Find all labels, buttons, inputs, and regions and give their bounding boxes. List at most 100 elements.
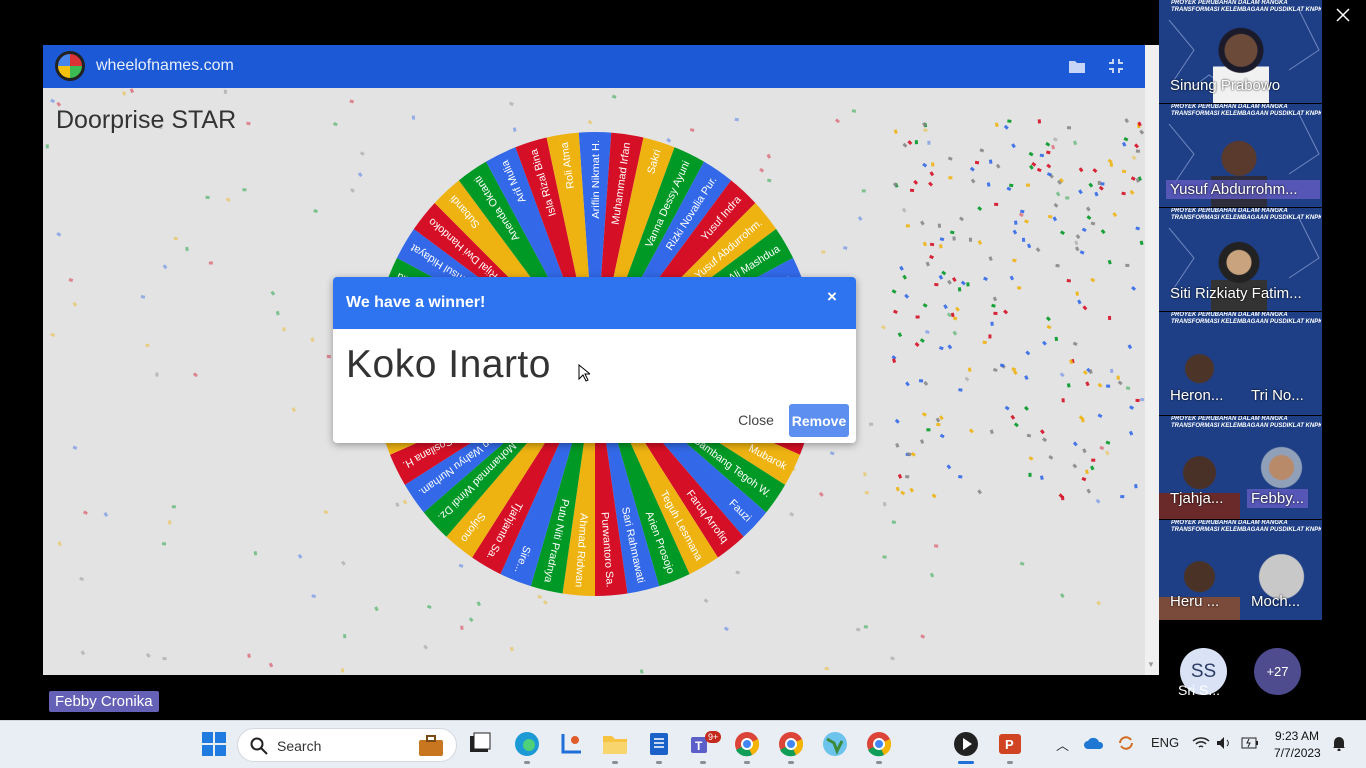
clock-time[interactable]: 9:23 AM xyxy=(1275,729,1319,743)
confetti-piece xyxy=(1120,495,1125,499)
confetti-piece xyxy=(1052,216,1058,222)
confetti-piece xyxy=(851,109,857,113)
confetti-piece xyxy=(977,239,983,245)
confetti-piece xyxy=(282,327,286,332)
confetti-piece xyxy=(982,340,987,345)
confetti-piece xyxy=(1108,315,1112,321)
notification-icon[interactable] xyxy=(1332,735,1346,751)
confetti-piece xyxy=(56,232,62,237)
confetti-piece xyxy=(72,445,78,450)
chrome-icon[interactable] xyxy=(734,731,760,757)
volume-icon[interactable] xyxy=(1216,736,1232,750)
confetti-piece xyxy=(993,311,998,315)
start-icon[interactable] xyxy=(201,731,227,757)
scrollbar[interactable] xyxy=(1145,45,1159,675)
maps-icon[interactable] xyxy=(822,731,848,757)
confetti-piece xyxy=(994,122,999,128)
chevron-up-icon[interactable]: ︿ xyxy=(1056,735,1069,754)
confetti-piece xyxy=(374,606,379,612)
confetti-piece xyxy=(1045,316,1051,322)
confetti-piece xyxy=(863,472,867,477)
confetti-piece xyxy=(1078,189,1083,195)
confetti-piece xyxy=(864,491,869,495)
running-indicator xyxy=(612,761,618,764)
participant-tile-pair[interactable]: PROYEK PERUBAHAN DALAM RANGKATRANSFORMAS… xyxy=(1159,520,1322,620)
folder-icon[interactable] xyxy=(1069,59,1085,73)
participant-tile[interactable]: PROYEK PERUBAHAN DALAM RANGKA TRANSFORMAS… xyxy=(1159,104,1322,207)
notepad-icon[interactable] xyxy=(646,731,672,757)
svg-text:P: P xyxy=(1005,737,1014,752)
confetti-piece xyxy=(1129,405,1135,410)
confetti-piece xyxy=(1121,191,1126,196)
more-participants-button[interactable]: +27 xyxy=(1254,648,1301,695)
chrome-icon[interactable] xyxy=(778,731,804,757)
participant-tile-pair[interactable]: PROYEK PERUBAHAN DALAM RANGKATRANSFORMAS… xyxy=(1159,416,1322,519)
confetti-piece xyxy=(880,325,886,330)
file-explorer-icon[interactable] xyxy=(602,731,628,757)
confetti-piece xyxy=(1082,305,1088,311)
confetti-piece xyxy=(723,626,729,632)
battery-icon[interactable] xyxy=(1241,737,1259,749)
briefcase-icon[interactable] xyxy=(418,735,444,757)
confetti-piece xyxy=(1095,498,1101,504)
fullscreen-exit-icon[interactable] xyxy=(1109,59,1123,73)
confetti-piece xyxy=(1072,341,1078,346)
edge-icon[interactable] xyxy=(514,731,540,757)
confetti-piece xyxy=(1139,240,1144,246)
confetti-piece xyxy=(869,422,874,426)
participant-tile-pair[interactable]: PROYEK PERUBAHAN DALAM RANGKATRANSFORMAS… xyxy=(1159,312,1322,415)
sync-icon[interactable] xyxy=(1117,734,1135,752)
confetti-piece xyxy=(1100,229,1106,235)
confetti-piece xyxy=(891,289,897,294)
confetti-piece xyxy=(1082,370,1088,376)
confetti-piece xyxy=(1006,186,1012,192)
participant-tile[interactable]: PROYEK PERUBAHAN DALAM RANGKA TRANSFORMAS… xyxy=(1159,208,1322,311)
confetti-piece xyxy=(958,388,963,392)
confetti-piece xyxy=(1081,477,1087,482)
confetti-piece xyxy=(1128,430,1134,436)
confetti-piece xyxy=(855,627,861,632)
confetti-piece xyxy=(902,142,908,148)
terminal-icon[interactable] xyxy=(467,731,493,757)
search-placeholder: Search xyxy=(277,738,322,754)
tile-banner: PROYEK PERUBAHAN DALAM RANGKATRANSFORMAS… xyxy=(1171,104,1321,117)
confetti-piece xyxy=(460,625,464,630)
scroll-down-arrow-icon[interactable]: ▼ xyxy=(1147,660,1155,669)
participant-tile[interactable]: PROYEK PERUBAHAN DALAM RANGKA TRANSFORMAS… xyxy=(1159,0,1322,103)
confetti-piece xyxy=(1096,600,1102,606)
confetti-piece xyxy=(1025,183,1031,187)
confetti-piece xyxy=(349,99,354,104)
dialog-close-icon[interactable]: × xyxy=(827,287,837,307)
snipping-icon[interactable] xyxy=(558,731,584,757)
confetti-piece xyxy=(938,346,944,351)
confetti-piece xyxy=(893,129,898,135)
confetti-piece xyxy=(68,277,74,283)
confetti-piece xyxy=(1042,437,1048,443)
confetti-piece xyxy=(950,312,955,318)
close-button[interactable]: Close xyxy=(731,405,781,435)
confetti-piece xyxy=(1084,469,1089,475)
confetti-piece xyxy=(121,91,127,96)
language-indicator[interactable]: ENG xyxy=(1151,735,1179,750)
confetti-piece xyxy=(834,118,840,124)
search-input[interactable]: Search xyxy=(237,728,457,762)
media-player-icon[interactable] xyxy=(953,731,979,757)
confetti-piece xyxy=(83,510,88,515)
onedrive-icon[interactable] xyxy=(1084,736,1104,750)
confetti-piece xyxy=(1066,278,1072,283)
confetti-piece xyxy=(311,594,316,599)
confetti-piece xyxy=(824,667,829,671)
clock-date[interactable]: 7/7/2023 xyxy=(1274,746,1321,760)
confetti-piece xyxy=(905,381,910,387)
chrome-icon[interactable] xyxy=(866,731,892,757)
wifi-icon[interactable] xyxy=(1192,736,1210,750)
close-window-icon[interactable] xyxy=(1336,8,1350,22)
confetti-piece xyxy=(639,669,644,674)
confetti-piece xyxy=(990,321,994,326)
remove-button[interactable]: Remove xyxy=(789,404,849,437)
confetti-piece xyxy=(1072,463,1078,469)
powerpoint-icon[interactable]: P xyxy=(997,731,1023,757)
confetti-piece xyxy=(426,604,432,610)
confetti-piece xyxy=(895,486,900,492)
confetti-piece xyxy=(509,646,514,652)
